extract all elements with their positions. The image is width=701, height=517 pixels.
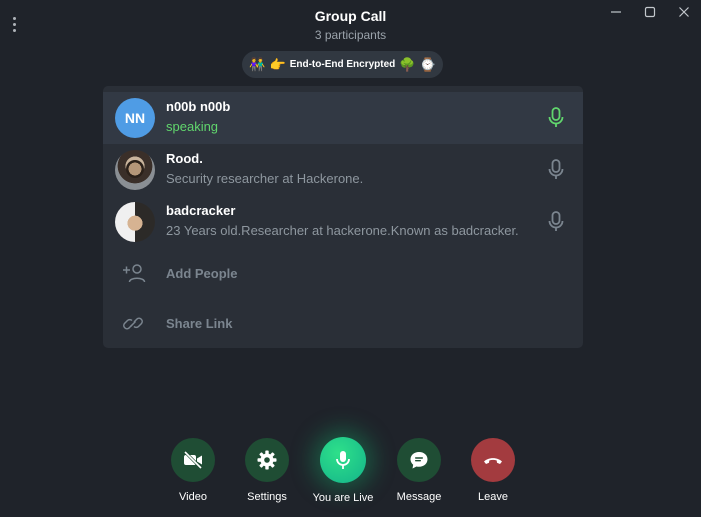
mic-icon[interactable] — [547, 211, 565, 233]
gear-icon — [257, 450, 277, 470]
participant-count: 3 participants — [314, 28, 387, 42]
add-people-button[interactable]: Add People — [103, 249, 583, 299]
hang-up-icon — [484, 458, 502, 464]
encryption-label: End-to-End Encrypted — [289, 59, 396, 70]
message-label: Message — [396, 491, 442, 503]
add-people-label: Add People — [166, 266, 238, 281]
participant-status: Security researcher at Hackerone. — [166, 171, 364, 186]
participants-panel: NN n00b n00b speaking Rood. Security res… — [103, 86, 583, 348]
mic-active-icon — [548, 107, 564, 127]
participant-row[interactable]: badcracker 23 Years old.Researcher at ha… — [103, 196, 583, 248]
mic-muted-icon — [548, 159, 564, 179]
participant-row[interactable]: Rood. Security researcher at Hackerone. — [103, 144, 583, 196]
participant-name: Rood. — [166, 151, 203, 166]
participant-status: 23 Years old.Researcher at hackerone.Kno… — [166, 223, 519, 238]
video-off-icon — [183, 450, 203, 470]
window-title: Group Call — [314, 8, 387, 24]
leave-button[interactable] — [471, 438, 515, 482]
add-user-icon — [123, 264, 146, 283]
share-link-button[interactable]: Share Link — [103, 299, 583, 348]
participant-row[interactable]: NN n00b n00b speaking — [103, 92, 583, 144]
settings-label: Settings — [247, 491, 287, 503]
live-control: You are Live — [303, 437, 383, 504]
avatar: NN — [115, 98, 155, 138]
video-button[interactable] — [171, 438, 215, 482]
video-label: Video — [179, 491, 207, 503]
couple-emoji: 👫 — [249, 57, 266, 72]
avatar — [115, 202, 155, 242]
video-control: Video — [153, 438, 233, 503]
leave-control: Leave — [453, 438, 533, 503]
avatar — [115, 150, 155, 190]
message-control: Message — [379, 438, 459, 503]
tree-emoji: 🌳 — [399, 57, 416, 72]
encryption-badge[interactable]: 👫 👉 End-to-End Encrypted 🌳 ⌚ — [242, 51, 443, 78]
participant-name: n00b n00b — [166, 99, 231, 114]
share-link-label: Share Link — [166, 316, 233, 331]
leave-label: Leave — [478, 491, 508, 503]
participant-status: speaking — [166, 119, 219, 134]
watch-emoji: ⌚ — [419, 57, 436, 72]
link-icon — [123, 317, 143, 330]
chat-bubble-icon — [410, 452, 428, 469]
settings-control: Settings — [227, 438, 307, 503]
pointing-emoji: 👉 — [269, 57, 286, 72]
mic-muted-icon — [548, 211, 564, 231]
participant-name: badcracker — [166, 203, 236, 218]
settings-button[interactable] — [245, 438, 289, 482]
microphone-button[interactable] — [320, 437, 366, 483]
message-button[interactable] — [397, 438, 441, 482]
mic-icon[interactable] — [547, 107, 565, 129]
microphone-icon — [336, 451, 350, 469]
mic-icon[interactable] — [547, 159, 565, 181]
live-label: You are Live — [312, 492, 374, 504]
